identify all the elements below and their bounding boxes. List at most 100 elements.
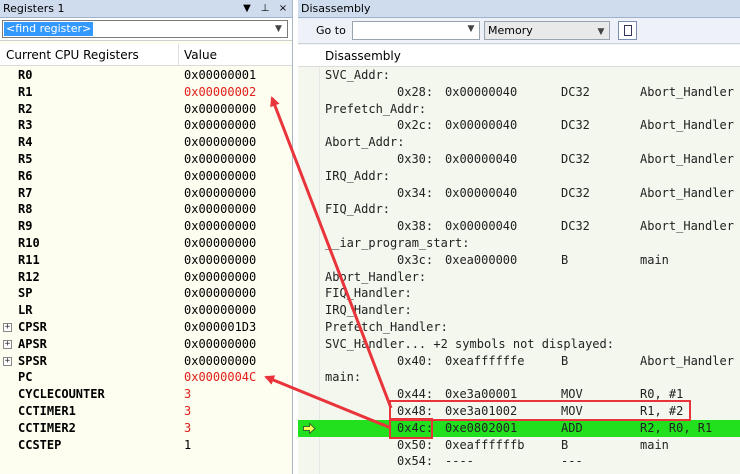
register-value[interactable]: 0x00000000 — [184, 218, 256, 235]
instruction-row[interactable]: 0x40: 0xeaffffffe B Abort_Handler — [298, 353, 740, 370]
register-row[interactable]: + SPSR 0x00000000 — [0, 353, 292, 370]
register-value[interactable]: 0x00000000 — [184, 252, 256, 269]
register-value[interactable]: 0x00000000 — [184, 302, 256, 319]
register-value[interactable]: 3 — [184, 420, 191, 437]
register-row[interactable]: CCTIMER2 3 — [0, 420, 292, 437]
instruction-offset: 0x3c: — [397, 252, 434, 267]
label-row[interactable]: main: — [298, 369, 740, 386]
instruction-row[interactable]: 0x34: 0x00000040 DC32 Abort_Handler — [298, 185, 740, 202]
chevron-down-icon[interactable]: ▼ — [595, 24, 607, 41]
document-button[interactable] — [618, 21, 637, 40]
label-row[interactable]: Abort_Handler: — [298, 269, 740, 286]
label-row[interactable]: __iar_program_start: — [298, 235, 740, 252]
register-name: R5 — [18, 151, 33, 166]
label-row[interactable]: IRQ_Addr: — [298, 168, 740, 185]
close-icon[interactable]: × — [278, 0, 288, 18]
label-row[interactable]: FIQ_Handler: — [298, 285, 740, 302]
label-row[interactable]: Abort_Addr: — [298, 134, 740, 151]
register-row[interactable]: CYCLECOUNTER 3 — [0, 386, 292, 403]
register-value[interactable]: 3 — [184, 403, 191, 420]
register-row[interactable]: R0 0x00000001 — [0, 67, 292, 84]
register-value[interactable]: 1 — [184, 437, 191, 454]
register-value[interactable]: 0x00000001 — [184, 67, 256, 84]
register-value[interactable]: 0x00000000 — [184, 134, 256, 151]
register-row[interactable]: PC 0x0000004C — [0, 369, 292, 386]
disassembly-toolbar: Go to ▼ Memory ▼ — [298, 18, 740, 44]
label-row[interactable]: Prefetch_Handler: — [298, 319, 740, 336]
register-value[interactable]: 0x000001D3 — [184, 319, 256, 336]
register-value[interactable]: 0x00000000 — [184, 101, 256, 118]
instruction-row[interactable]: 0x38: 0x00000040 DC32 Abort_Handler — [298, 218, 740, 235]
label-row[interactable]: SVC_Handler... +2 symbols not displayed: — [298, 336, 740, 353]
disassembly-header[interactable]: Disassembly — [325, 49, 401, 63]
goto-label: Go to — [316, 24, 346, 37]
register-row[interactable]: + CPSR 0x000001D3 — [0, 319, 292, 336]
column-header-value[interactable]: Value — [184, 48, 217, 62]
instruction-operands: Abort_Handler — [640, 84, 734, 99]
register-row[interactable]: R1 0x00000002 — [0, 84, 292, 101]
register-row[interactable]: R11 0x00000000 — [0, 252, 292, 269]
register-value[interactable]: 0x0000004C — [184, 369, 256, 386]
instruction-code: 0x00000040 — [445, 84, 518, 99]
expand-plus-icon[interactable]: + — [3, 339, 12, 349]
register-row[interactable]: R4 0x00000000 — [0, 134, 292, 151]
label-row[interactable]: SVC_Addr: — [298, 67, 740, 84]
memory-select-value[interactable]: Memory — [488, 24, 533, 37]
register-name: R12 — [18, 269, 40, 284]
disassembly-title: Disassembly — [301, 2, 371, 15]
register-value[interactable]: 0x00000000 — [184, 185, 256, 202]
register-row[interactable]: R8 0x00000000 — [0, 201, 292, 218]
expand-plus-icon[interactable]: + — [3, 322, 12, 332]
register-value[interactable]: 0x00000000 — [184, 353, 256, 370]
register-row[interactable]: SP 0x00000000 — [0, 285, 292, 302]
chevron-down-icon[interactable]: ▼ — [465, 24, 477, 34]
expand-plus-icon[interactable]: + — [3, 356, 12, 366]
register-value[interactable]: 0x00000000 — [184, 285, 256, 302]
register-row[interactable]: R7 0x00000000 — [0, 185, 292, 202]
instruction-row[interactable]: 0x2c: 0x00000040 DC32 Abort_Handler — [298, 117, 740, 134]
register-name: CYCLECOUNTER — [18, 387, 105, 402]
instruction-row[interactable]: 0x28: 0x00000040 DC32 Abort_Handler — [298, 84, 740, 101]
register-row[interactable]: CCSTEP 1 — [0, 437, 292, 454]
register-row[interactable]: CCTIMER1 3 — [0, 403, 292, 420]
register-value[interactable]: 0x00000000 — [184, 201, 256, 218]
window-position-icon[interactable]: ▼ — [242, 0, 252, 18]
register-row[interactable]: R5 0x00000000 — [0, 151, 292, 168]
label-row[interactable]: IRQ_Handler: — [298, 302, 740, 319]
label-row[interactable]: FIQ_Addr: — [298, 201, 740, 218]
register-row[interactable]: R2 0x00000000 — [0, 101, 292, 118]
register-value[interactable]: 0x00000002 — [184, 84, 256, 101]
register-row[interactable]: R6 0x00000000 — [0, 168, 292, 185]
register-row[interactable]: R10 0x00000000 — [0, 235, 292, 252]
instruction-row[interactable]: 0x3c: 0xea000000 Bmain — [298, 252, 740, 269]
instruction-code: 0xea000000 — [445, 252, 518, 267]
register-value[interactable]: 0x00000000 — [184, 151, 256, 168]
label-row[interactable]: Prefetch_Addr: — [298, 101, 740, 118]
find-register-text[interactable]: <find register> — [4, 22, 94, 36]
instruction-mnemonic: DC32 — [561, 219, 590, 234]
find-register-combobox[interactable]: <find register> ▼ — [2, 20, 288, 38]
memory-select[interactable]: Memory ▼ — [484, 21, 610, 40]
instruction-row[interactable]: 0x50: 0xeaffffffb Bmain — [298, 437, 740, 454]
instruction-mnemonic: DC32 — [561, 84, 590, 99]
pin-icon[interactable]: ⊥ — [260, 0, 270, 18]
register-value[interactable]: 3 — [184, 386, 191, 403]
register-row[interactable]: R9 0x00000000 — [0, 218, 292, 235]
chevron-down-icon[interactable]: ▼ — [272, 22, 285, 36]
register-value[interactable]: 0x00000000 — [184, 269, 256, 286]
instruction-row[interactable]: 0x54: ---- --- — [298, 453, 740, 470]
register-value[interactable]: 0x00000000 — [184, 168, 256, 185]
register-row[interactable]: LR 0x00000000 — [0, 302, 292, 319]
register-row[interactable]: R3 0x00000000 — [0, 117, 292, 134]
instruction-row[interactable]: 0x30: 0x00000040 DC32 Abort_Handler — [298, 151, 740, 168]
register-row[interactable]: + APSR 0x00000000 — [0, 336, 292, 353]
column-header-name[interactable]: Current CPU Registers — [6, 48, 139, 62]
register-row[interactable]: R12 0x00000000 — [0, 269, 292, 286]
register-value[interactable]: 0x00000000 — [184, 117, 256, 134]
goto-input[interactable]: ▼ — [352, 21, 480, 40]
symbol-label: Prefetch_Addr: — [325, 101, 427, 116]
register-value[interactable]: 0x00000000 — [184, 336, 256, 353]
highlight-box-mov-r1 — [389, 400, 691, 421]
register-value[interactable]: 0x00000000 — [184, 235, 256, 252]
current-instruction-row[interactable]: 0x4c: 0xe0802001 ADD R2, R0, R1 — [298, 419, 740, 437]
